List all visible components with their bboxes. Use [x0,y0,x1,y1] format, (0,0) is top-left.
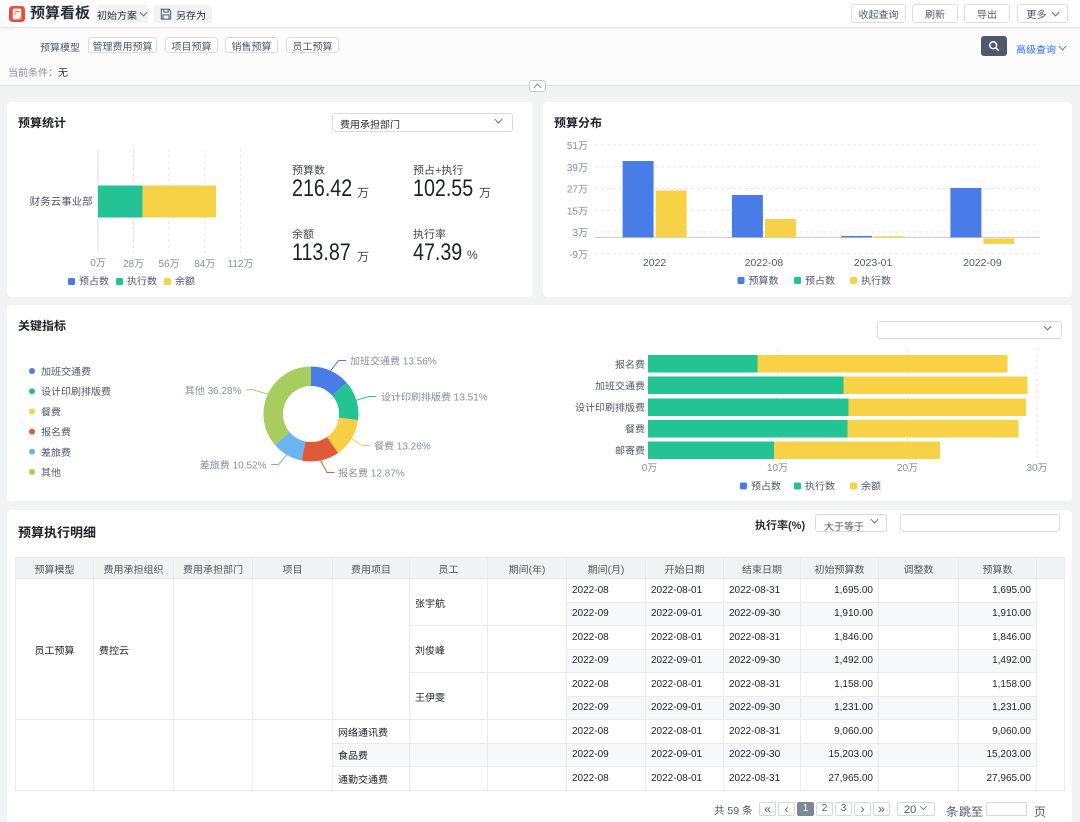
svg-text:27万: 27万 [567,185,588,196]
svg-text:加班交通费 13.56%: 加班交通费 13.56% [350,356,437,368]
svg-text:设计印刷排版费 13.51%: 设计印刷排版费 13.51% [381,392,488,404]
svg-text:餐费: 餐费 [41,406,61,418]
svg-text:39万: 39万 [567,163,588,174]
svg-text:其他 36.28%: 其他 36.28% [185,385,242,397]
svg-text:2022: 2022 [643,257,667,269]
svg-text:0万: 0万 [642,463,658,474]
svg-text:预占数: 预占数 [805,275,835,287]
svg-text:加班交通费: 加班交通费 [41,366,91,378]
svg-text:-9万: -9万 [569,250,588,261]
svg-text:20万: 20万 [897,463,918,474]
svg-text:51万: 51万 [567,141,588,152]
svg-text:112万: 112万 [228,259,254,270]
svg-text:2022-09: 2022-09 [963,257,1002,269]
svg-text:餐费 13.26%: 餐费 13.26% [374,441,431,453]
svg-text:财务云事业部: 财务云事业部 [30,196,93,208]
svg-text:设计印刷排版费: 设计印刷排版费 [575,402,645,414]
svg-text:差旅费: 差旅费 [41,447,71,459]
svg-text:28万: 28万 [123,259,144,270]
svg-text:其他: 其他 [41,467,61,479]
svg-text:报名费: 报名费 [41,427,71,439]
svg-text:预占数: 预占数 [751,481,781,493]
svg-text:84万: 84万 [194,259,215,270]
svg-text:报名费 12.87%: 报名费 12.87% [338,468,405,480]
svg-text:餐费: 餐费 [625,424,645,436]
svg-text:余额: 余额 [861,481,881,493]
svg-text:0万: 0万 [90,258,106,269]
svg-text:15万: 15万 [567,206,588,217]
svg-text:差旅费 10.52%: 差旅费 10.52% [200,460,267,472]
svg-text:加班交通费: 加班交通费 [595,380,645,392]
svg-text:邮寄费: 邮寄费 [615,445,645,457]
svg-text:2022-08: 2022-08 [745,257,784,269]
svg-text:执行数: 执行数 [805,481,835,493]
svg-text:预算数: 预算数 [749,275,779,287]
svg-text:预占数: 预占数 [79,276,109,288]
svg-text:报名费: 报名费 [615,359,645,371]
svg-text:2023-01: 2023-01 [854,257,893,269]
svg-text:30万: 30万 [1026,463,1047,474]
svg-text:56万: 56万 [158,259,179,270]
svg-text:3万: 3万 [572,228,588,239]
svg-text:10万: 10万 [767,463,788,474]
svg-text:余额: 余额 [175,276,195,288]
svg-text:执行数: 执行数 [127,276,157,288]
svg-text:执行数: 执行数 [861,275,891,287]
